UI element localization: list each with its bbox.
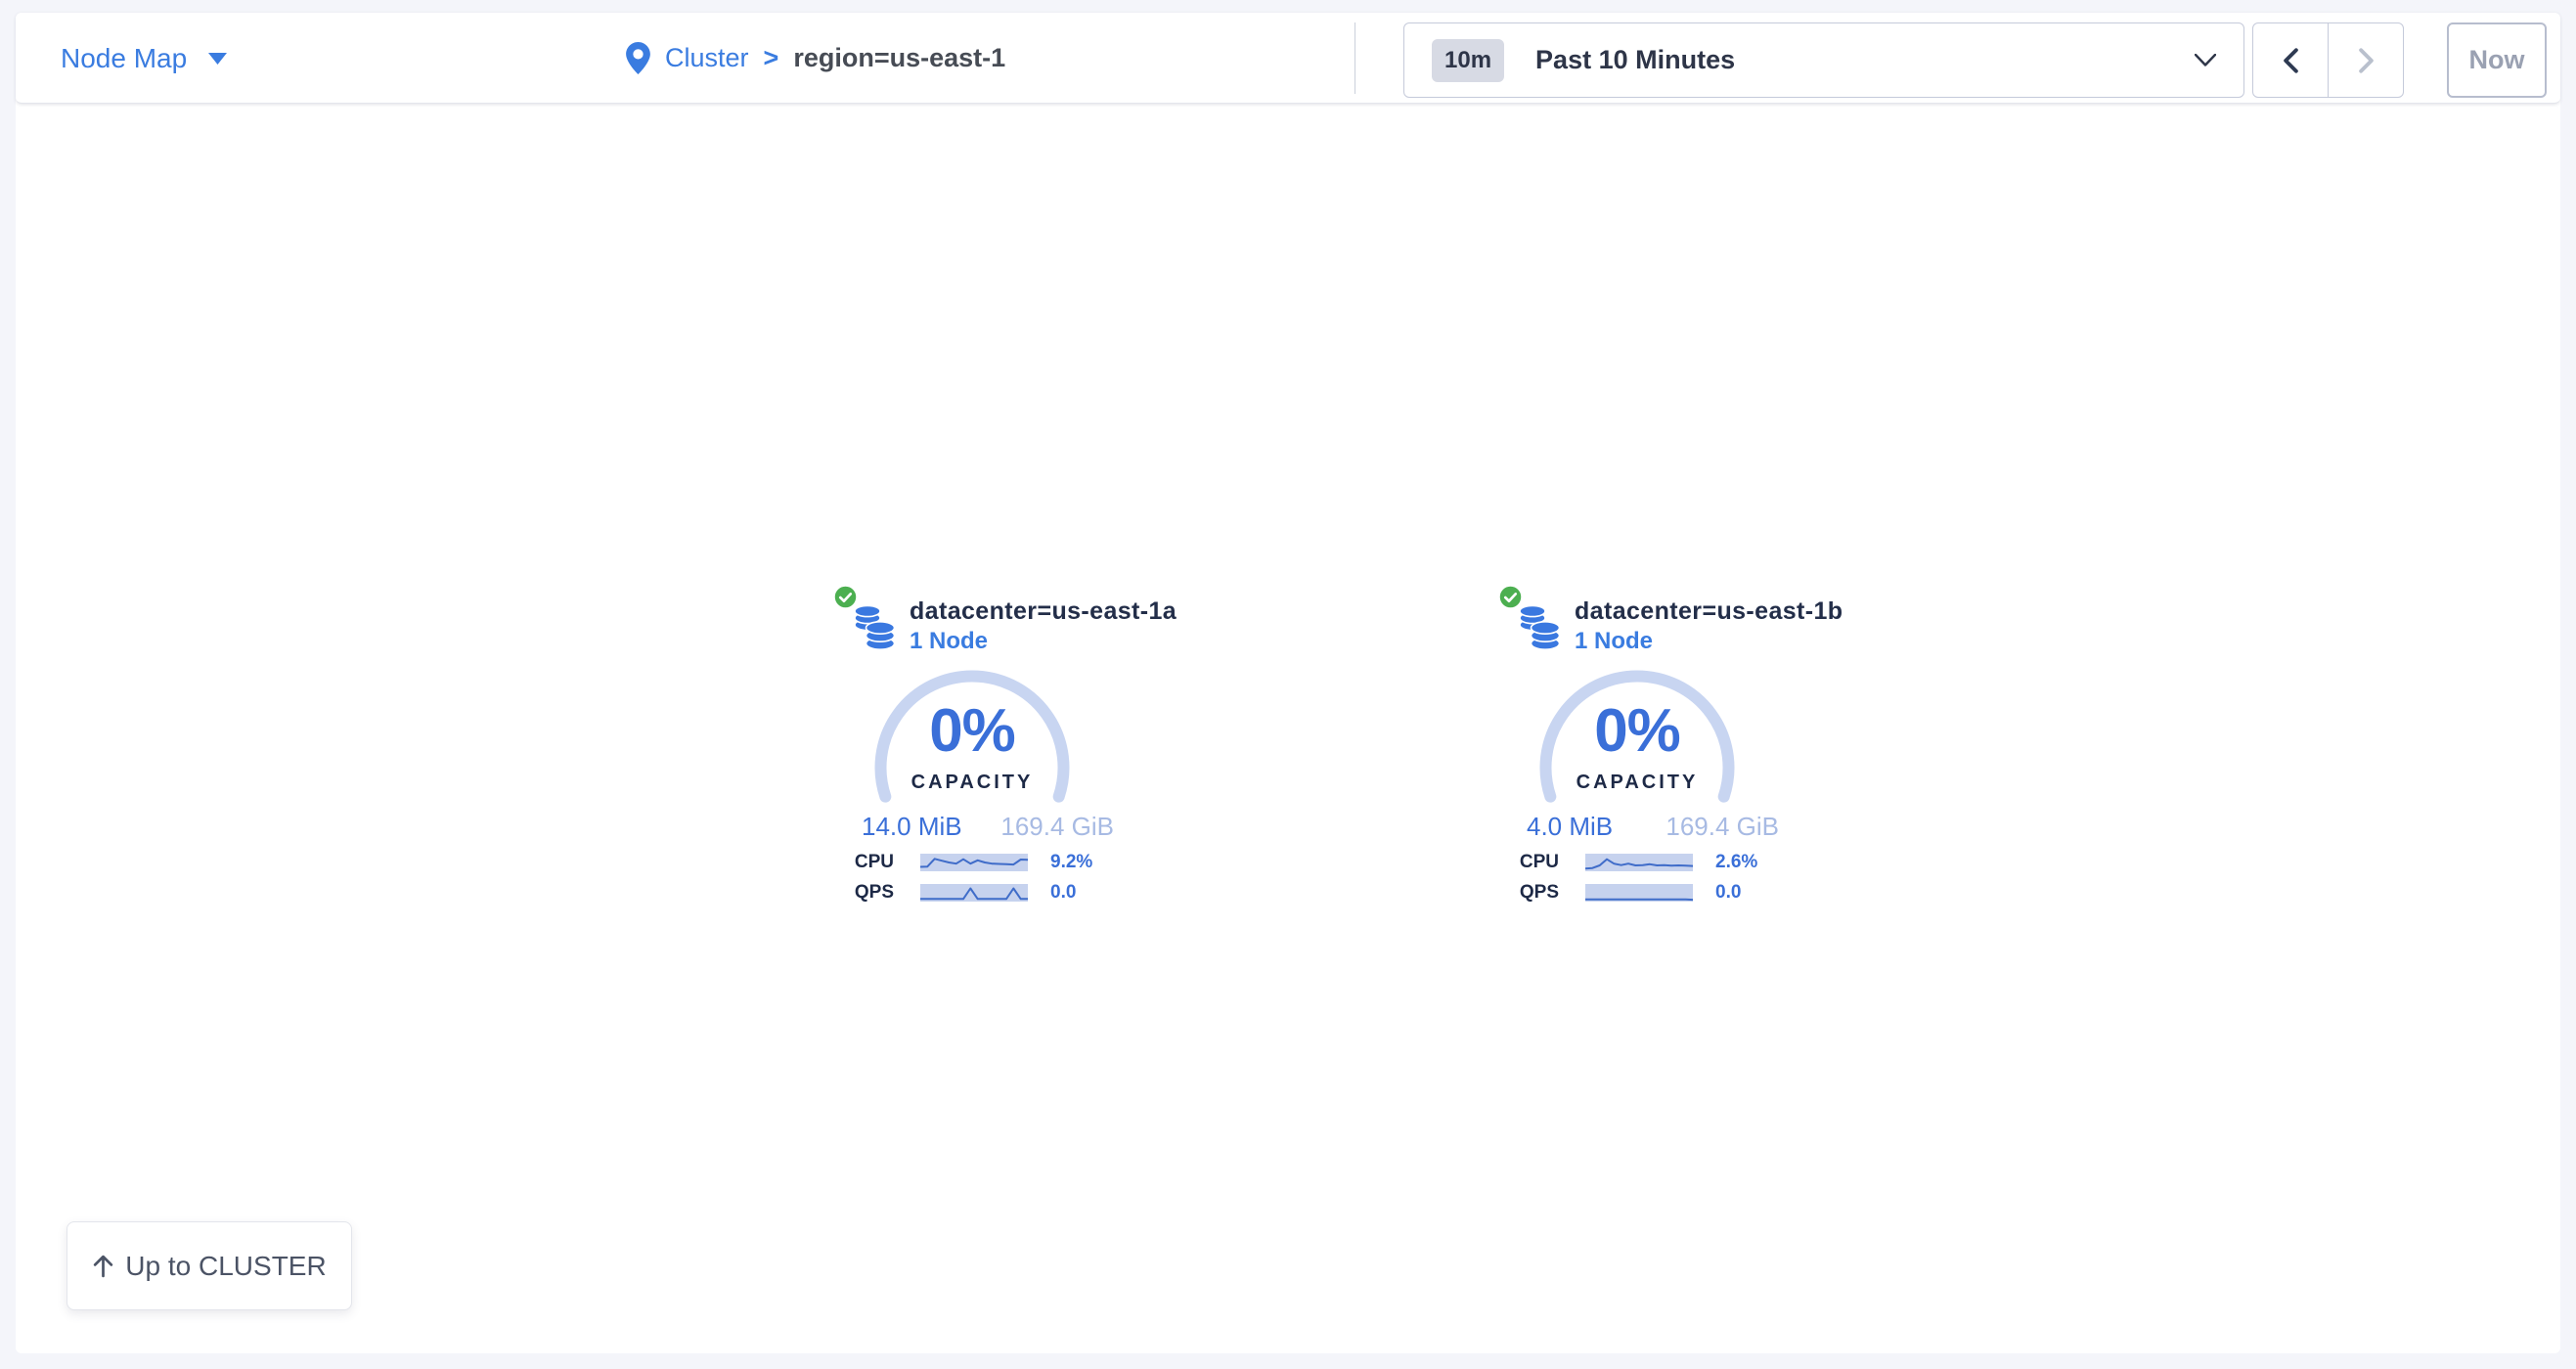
capacity-label: CAPACITY [874,772,1070,794]
datacenter-icon-wrap [1490,585,1575,653]
datacenter-card-us-east-1b[interactable]: datacenter=us-east-1b 1 Node 0% CAPACITY… [1422,585,1852,903]
qps-value: 0.0 [1715,882,1741,904]
caret-down-icon [208,53,227,65]
time-back-button[interactable] [2253,23,2329,97]
breadcrumb-cluster-link[interactable]: Cluster [665,43,749,73]
datacenter-titles: datacenter=us-east-1b 1 Node [1575,585,1843,653]
datacenter-card-header: datacenter=us-east-1a 1 Node [825,585,1177,653]
datacenter-title: datacenter=us-east-1a [910,597,1177,626]
cpu-sparkline [1585,854,1693,871]
datacenter-title: datacenter=us-east-1b [1575,597,1843,626]
qps-value: 0.0 [1050,882,1076,904]
cpu-label: CPU [1490,852,1559,873]
healthy-check-icon [833,585,858,609]
qps-label: QPS [1490,882,1559,904]
chevron-left-icon [2284,48,2298,73]
time-forward-button[interactable] [2329,23,2403,97]
healthy-check-icon [1498,585,1523,609]
cpu-value: 9.2% [1050,852,1092,873]
breadcrumb-separator: > [764,43,779,73]
capacity-used: 14.0 MiB [862,813,962,840]
capacity-total: 169.4 GiB [1000,813,1114,840]
page-header: Node Map Cluster > region=us-east-1 10m … [16,13,2560,104]
capacity-label: CAPACITY [1539,772,1735,794]
time-range-badge: 10m [1432,39,1504,82]
capacity-percent: 0% [1539,699,1735,764]
now-button[interactable]: Now [2447,22,2547,98]
chevron-down-icon [2195,54,2216,66]
capacity-used: 4.0 MiB [1527,813,1613,840]
chevron-right-icon [2359,48,2374,73]
up-to-cluster-button[interactable]: Up to CLUSTER [67,1221,352,1310]
capacity-percent: 0% [874,699,1070,764]
cpu-value: 2.6% [1715,852,1757,873]
time-range-label: Past 10 Minutes [1535,45,1735,75]
qps-sparkline [1585,884,1693,902]
capacity-values: 4.0 MiB 169.4 GiB [1527,813,1779,840]
qps-metric-row: QPS 0.0 [825,883,1076,903]
cpu-metric-row: CPU 9.2% [825,853,1092,872]
view-selector-dropdown[interactable]: Node Map [61,13,227,104]
cpu-label: CPU [825,852,894,873]
datacenter-nodes-link[interactable]: 1 Node [910,629,1177,654]
qps-metric-row: QPS 0.0 [1490,883,1741,903]
time-range-select[interactable]: 10m Past 10 Minutes [1403,22,2244,98]
view-selector-label: Node Map [61,43,187,74]
arrow-up-icon [92,1254,114,1278]
capacity-values: 14.0 MiB 169.4 GiB [862,813,1114,840]
time-nav-group [2252,22,2404,98]
breadcrumb: Cluster > region=us-east-1 [626,13,1005,104]
capacity-gauge: 0% CAPACITY [1539,670,1735,807]
datacenter-card-us-east-1a[interactable]: datacenter=us-east-1a 1 Node 0% CAPACITY… [757,585,1187,903]
capacity-total: 169.4 GiB [1666,813,1779,840]
up-to-cluster-label: Up to CLUSTER [125,1251,326,1282]
breadcrumb-current: region=us-east-1 [793,43,1005,73]
datacenter-card-header: datacenter=us-east-1b 1 Node [1490,585,1843,653]
datacenter-icon-wrap [825,585,910,653]
node-map-panel: Node Map Cluster > region=us-east-1 10m … [16,13,2560,1353]
datacenter-titles: datacenter=us-east-1a 1 Node [910,585,1177,653]
cpu-metric-row: CPU 2.6% [1490,853,1757,872]
qps-sparkline [920,884,1028,902]
datacenter-nodes-link[interactable]: 1 Node [1575,629,1843,654]
cpu-sparkline [920,854,1028,871]
capacity-gauge: 0% CAPACITY [874,670,1070,807]
location-pin-icon [626,42,650,74]
qps-label: QPS [825,882,894,904]
